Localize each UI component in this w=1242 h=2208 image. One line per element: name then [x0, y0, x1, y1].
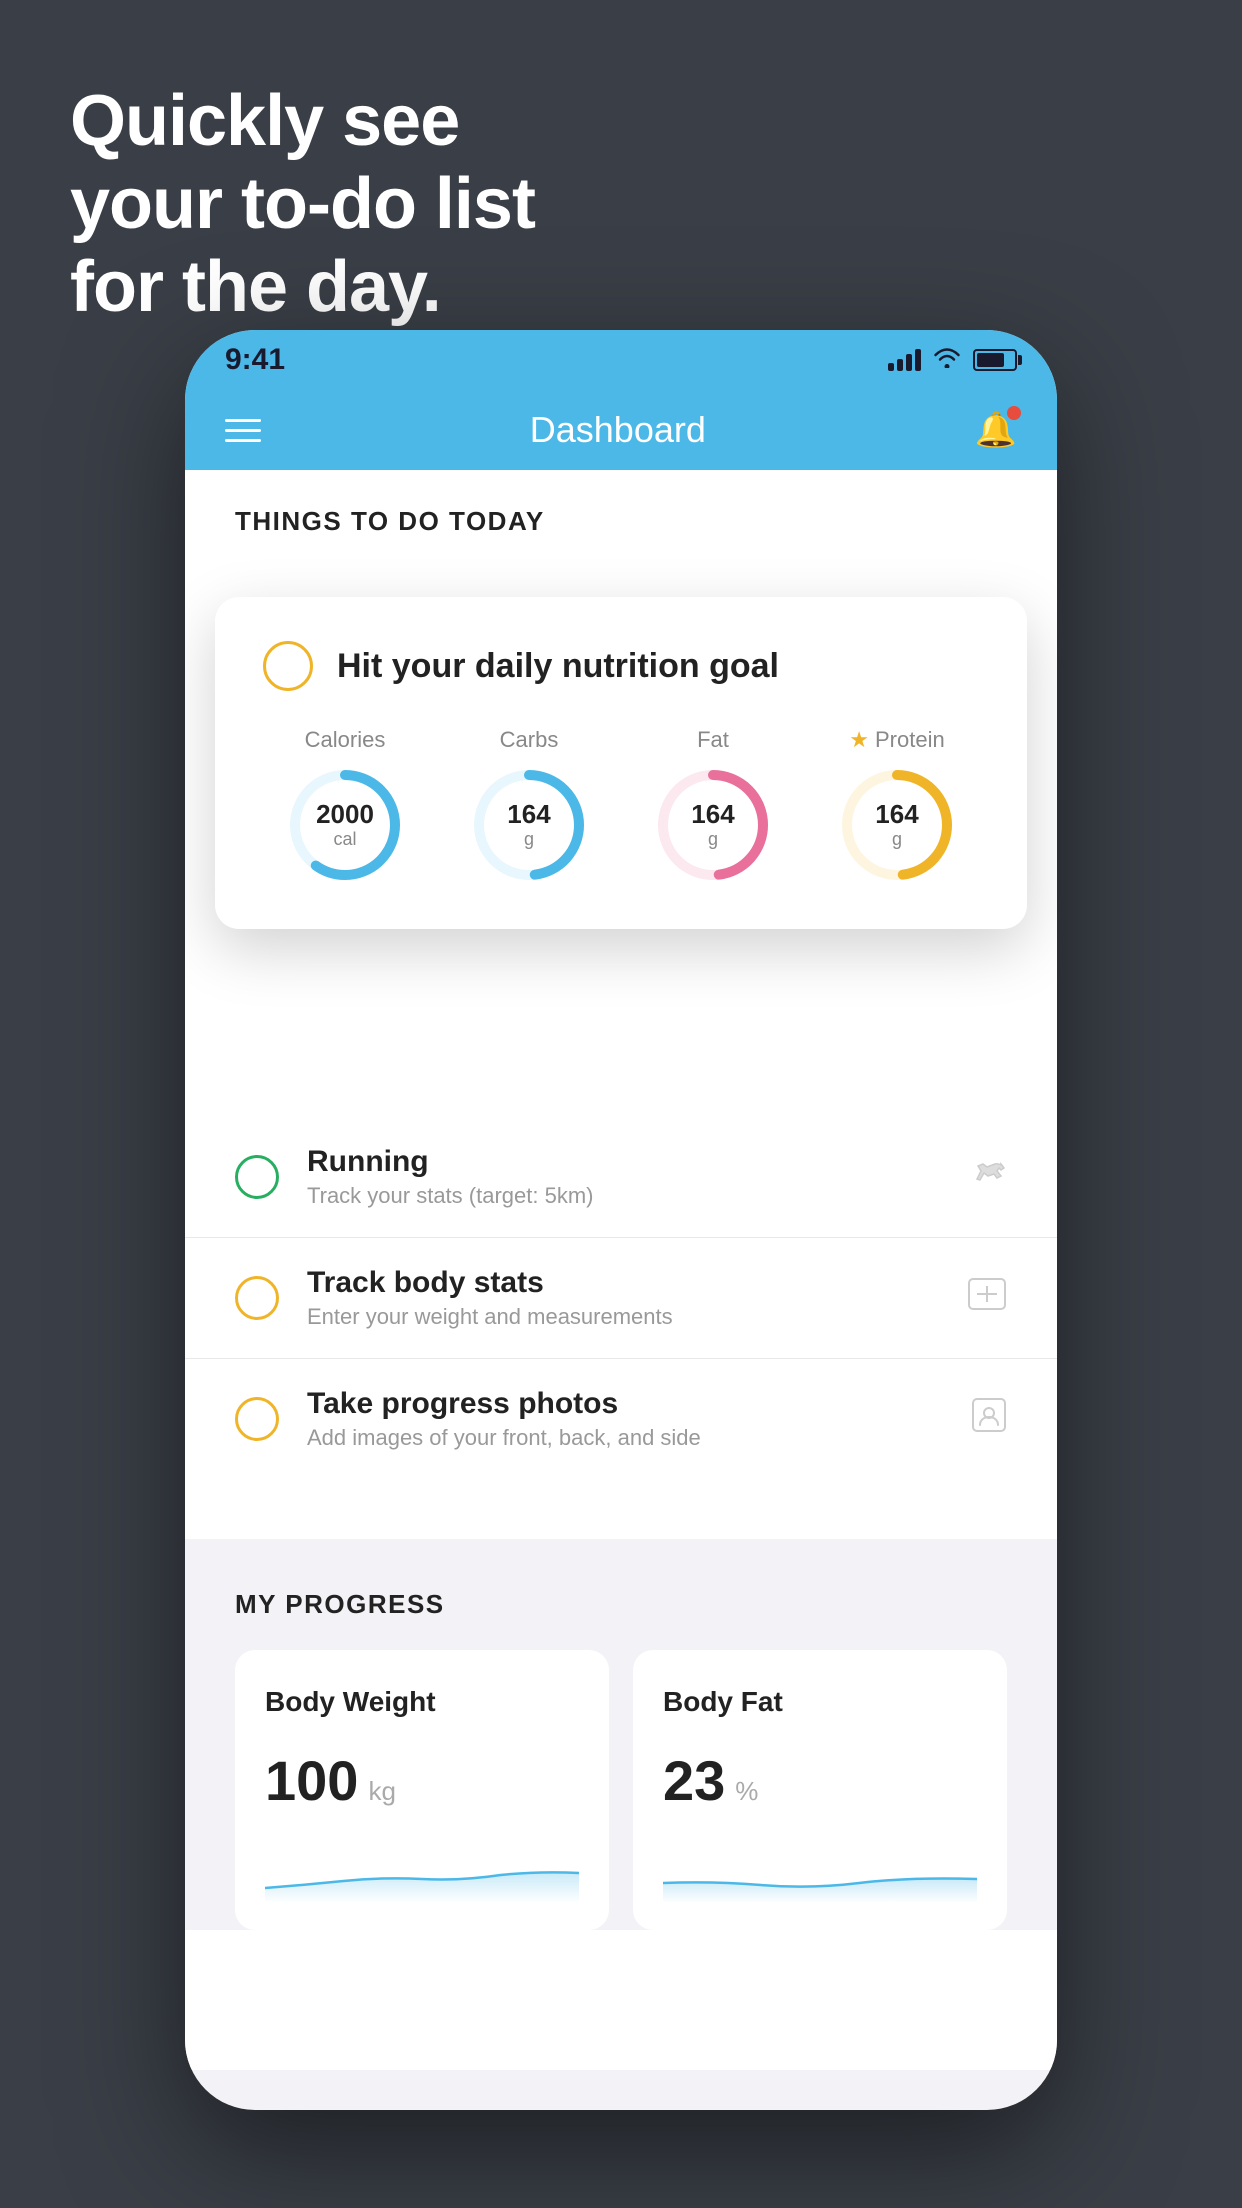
protein-value: 164 — [875, 800, 918, 829]
status-bar: 9:41 — [185, 330, 1057, 390]
running-checkbox[interactable] — [235, 1155, 279, 1199]
body-weight-chart — [265, 1843, 579, 1903]
notification-dot — [1007, 406, 1021, 420]
body-fat-value-row: 23 % — [663, 1748, 977, 1813]
progress-photos-text: Take progress photos Add images of your … — [307, 1387, 943, 1451]
body-stats-name: Track body stats — [307, 1266, 939, 1300]
body-fat-value: 23 — [663, 1748, 725, 1813]
things-title: THINGS TO DO TODAY — [235, 506, 545, 536]
body-fat-card-title: Body Fat — [663, 1686, 977, 1718]
nav-title: Dashboard — [530, 409, 706, 451]
running-icon — [967, 1157, 1007, 1197]
calories-item: Calories 2000 cal — [263, 727, 427, 885]
fat-label: Fat — [697, 727, 729, 753]
fat-circle: 164 g — [653, 765, 773, 885]
fat-unit: g — [691, 829, 734, 850]
nav-bar: Dashboard 🔔 — [185, 390, 1057, 470]
protein-circle: 164 g — [837, 765, 957, 885]
carbs-label: Carbs — [500, 727, 559, 753]
body-weight-value-row: 100 kg — [265, 1748, 579, 1813]
task-checkbox[interactable] — [263, 641, 313, 691]
body-weight-value: 100 — [265, 1748, 358, 1813]
carbs-circle: 164 g — [469, 765, 589, 885]
body-fat-chart — [663, 1843, 977, 1903]
carbs-unit: g — [507, 829, 550, 850]
progress-cards: Body Weight 100 kg — [235, 1650, 1007, 1930]
calories-label: Calories — [305, 727, 386, 753]
running-desc: Track your stats (target: 5km) — [307, 1183, 939, 1209]
fat-item: Fat 164 g — [631, 727, 795, 885]
progress-photos-checkbox[interactable] — [235, 1397, 279, 1441]
wifi-icon — [933, 346, 961, 374]
fat-value: 164 — [691, 800, 734, 829]
todo-item-running[interactable]: Running Track your stats (target: 5km) — [185, 1117, 1057, 1238]
todo-item-progress-photos[interactable]: Take progress photos Add images of your … — [185, 1359, 1057, 1479]
body-stats-checkbox[interactable] — [235, 1276, 279, 1320]
phone-frame: 9:41 Da — [185, 330, 1057, 2110]
notification-bell[interactable]: 🔔 — [975, 410, 1017, 450]
status-time: 9:41 — [225, 343, 285, 377]
body-stats-text: Track body stats Enter your weight and m… — [307, 1266, 939, 1330]
body-fat-card[interactable]: Body Fat 23 % — [633, 1650, 1007, 1930]
calories-value: 2000 — [316, 800, 374, 829]
headline: Quickly see your to-do list for the day. — [70, 80, 535, 328]
hamburger-menu[interactable] — [225, 419, 261, 442]
my-progress-section: MY PROGRESS Body Weight 100 kg — [185, 1539, 1057, 1930]
nutrition-grid: Calories 2000 cal — [263, 727, 979, 885]
running-text: Running Track your stats (target: 5km) — [307, 1145, 939, 1209]
protein-unit: g — [875, 829, 918, 850]
body-weight-unit: kg — [368, 1776, 395, 1807]
signal-icon — [888, 349, 921, 371]
todo-item-body-stats[interactable]: Track body stats Enter your weight and m… — [185, 1238, 1057, 1359]
body-stats-icon — [967, 1277, 1007, 1319]
body-weight-card-title: Body Weight — [265, 1686, 579, 1718]
carbs-item: Carbs 164 g — [447, 727, 611, 885]
protein-label: Protein — [875, 727, 945, 753]
progress-photos-desc: Add images of your front, back, and side — [307, 1425, 943, 1451]
progress-photos-name: Take progress photos — [307, 1387, 943, 1421]
body-weight-card[interactable]: Body Weight 100 kg — [235, 1650, 609, 1930]
running-name: Running — [307, 1145, 939, 1179]
status-icons — [888, 346, 1017, 374]
nutrition-card: Hit your daily nutrition goal Calories — [215, 597, 1027, 929]
protein-item: ★ Protein 164 g — [815, 727, 979, 885]
calories-circle: 2000 cal — [285, 765, 405, 885]
things-header: THINGS TO DO TODAY — [185, 470, 1057, 557]
my-progress-title: MY PROGRESS — [235, 1589, 1007, 1620]
nutrition-card-title: Hit your daily nutrition goal — [337, 647, 779, 686]
todo-list: Running Track your stats (target: 5km) T… — [185, 1117, 1057, 1479]
body-fat-unit: % — [735, 1776, 758, 1807]
body-stats-desc: Enter your weight and measurements — [307, 1304, 939, 1330]
star-icon: ★ — [849, 727, 869, 753]
calories-unit: cal — [316, 829, 374, 850]
progress-photos-icon — [971, 1397, 1007, 1441]
carbs-value: 164 — [507, 800, 550, 829]
battery-icon — [973, 349, 1017, 371]
